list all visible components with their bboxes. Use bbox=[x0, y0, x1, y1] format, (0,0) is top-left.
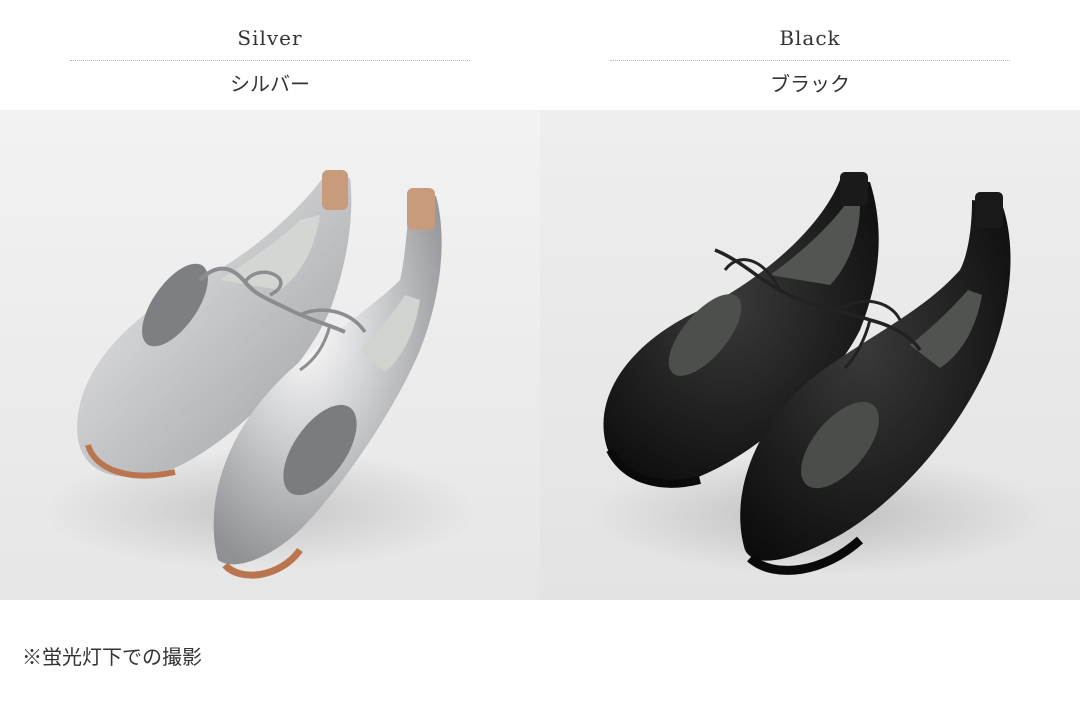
lighting-note-caption: ※蛍光灯下での撮影 bbox=[22, 645, 202, 669]
dotted-divider bbox=[610, 60, 1010, 61]
product-photo-black bbox=[540, 110, 1080, 600]
black-shoes-image bbox=[540, 110, 1080, 600]
variant-name-en: Black bbox=[779, 26, 841, 50]
variant-label-black: Black ブラック bbox=[540, 0, 1080, 110]
dotted-divider bbox=[70, 60, 470, 61]
variant-label-silver: Silver シルバー bbox=[0, 0, 540, 110]
variant-name-jp: シルバー bbox=[230, 72, 310, 96]
product-photo-silver bbox=[0, 110, 540, 600]
variant-name-jp: ブラック bbox=[770, 72, 850, 96]
silver-shoes-image bbox=[0, 110, 540, 600]
variant-name-en: Silver bbox=[237, 26, 303, 50]
